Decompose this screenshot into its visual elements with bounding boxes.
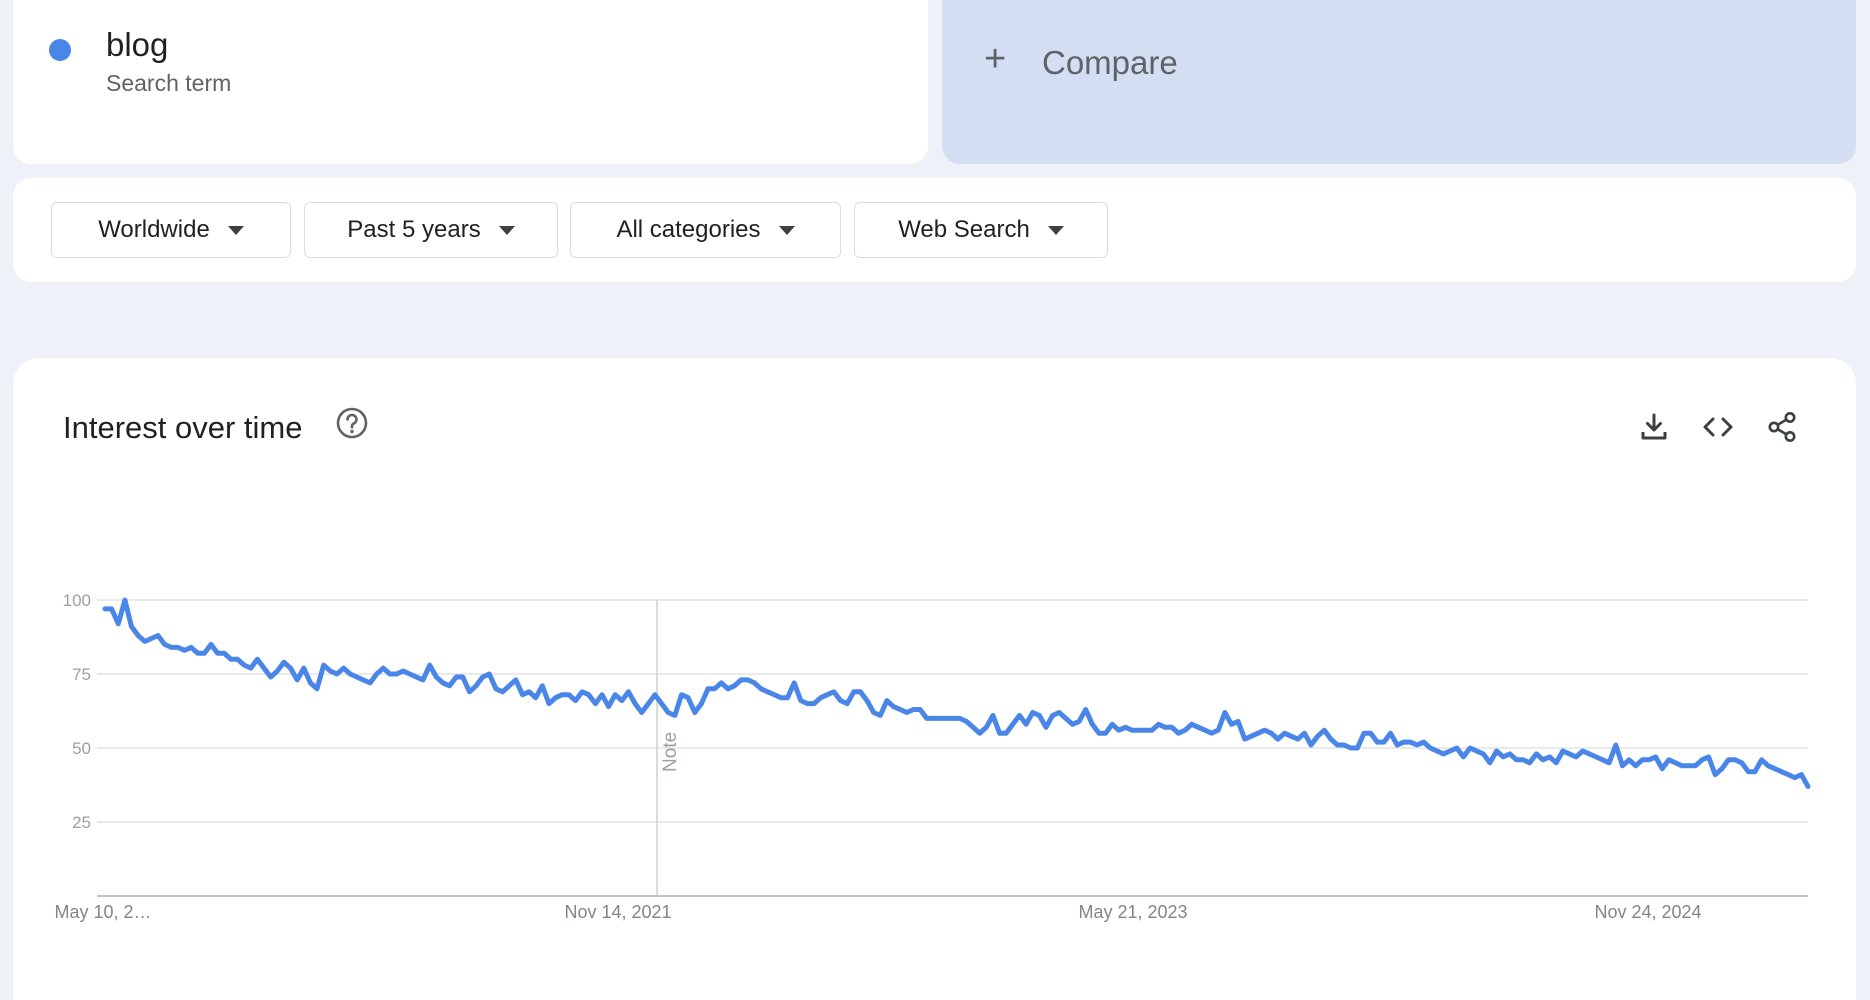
compare-button[interactable]: + Compare — [942, 0, 1856, 164]
filter-search-type-label: Web Search — [898, 216, 1030, 243]
interest-over-time-card: Interest over time — [13, 358, 1856, 1000]
filter-time-range-dropdown[interactable]: Past 5 years — [304, 202, 558, 258]
compare-label: Compare — [1042, 44, 1178, 81]
search-term-name[interactable]: blog — [106, 26, 168, 64]
dropdown-caret-icon — [498, 225, 515, 235]
filter-location-label: Worldwide — [98, 216, 210, 243]
dropdown-caret-icon — [778, 225, 795, 235]
filter-time-range-label: Past 5 years — [347, 216, 481, 243]
filter-category-dropdown[interactable]: All categories — [570, 202, 841, 258]
chart-title: Interest over time — [63, 410, 303, 445]
help-circle-icon[interactable] — [335, 406, 369, 440]
download-icon[interactable] — [1637, 410, 1671, 444]
search-term-type: Search term — [106, 70, 232, 96]
dropdown-caret-icon — [227, 225, 244, 235]
series-color-dot — [49, 39, 71, 61]
share-icon[interactable] — [1765, 410, 1799, 444]
embed-code-icon[interactable] — [1701, 410, 1735, 444]
filters-bar: Worldwide Past 5 years All categories We… — [13, 178, 1856, 282]
dropdown-caret-icon — [1047, 225, 1064, 235]
filter-category-label: All categories — [616, 216, 761, 243]
plus-icon: + — [984, 38, 1007, 80]
search-term-card[interactable]: blog Search term — [13, 0, 928, 164]
filter-location-dropdown[interactable]: Worldwide — [51, 202, 291, 258]
google-trends-page: blog Search term + Compare Worldwide Pas… — [0, 0, 1870, 1000]
filter-search-type-dropdown[interactable]: Web Search — [854, 202, 1108, 258]
